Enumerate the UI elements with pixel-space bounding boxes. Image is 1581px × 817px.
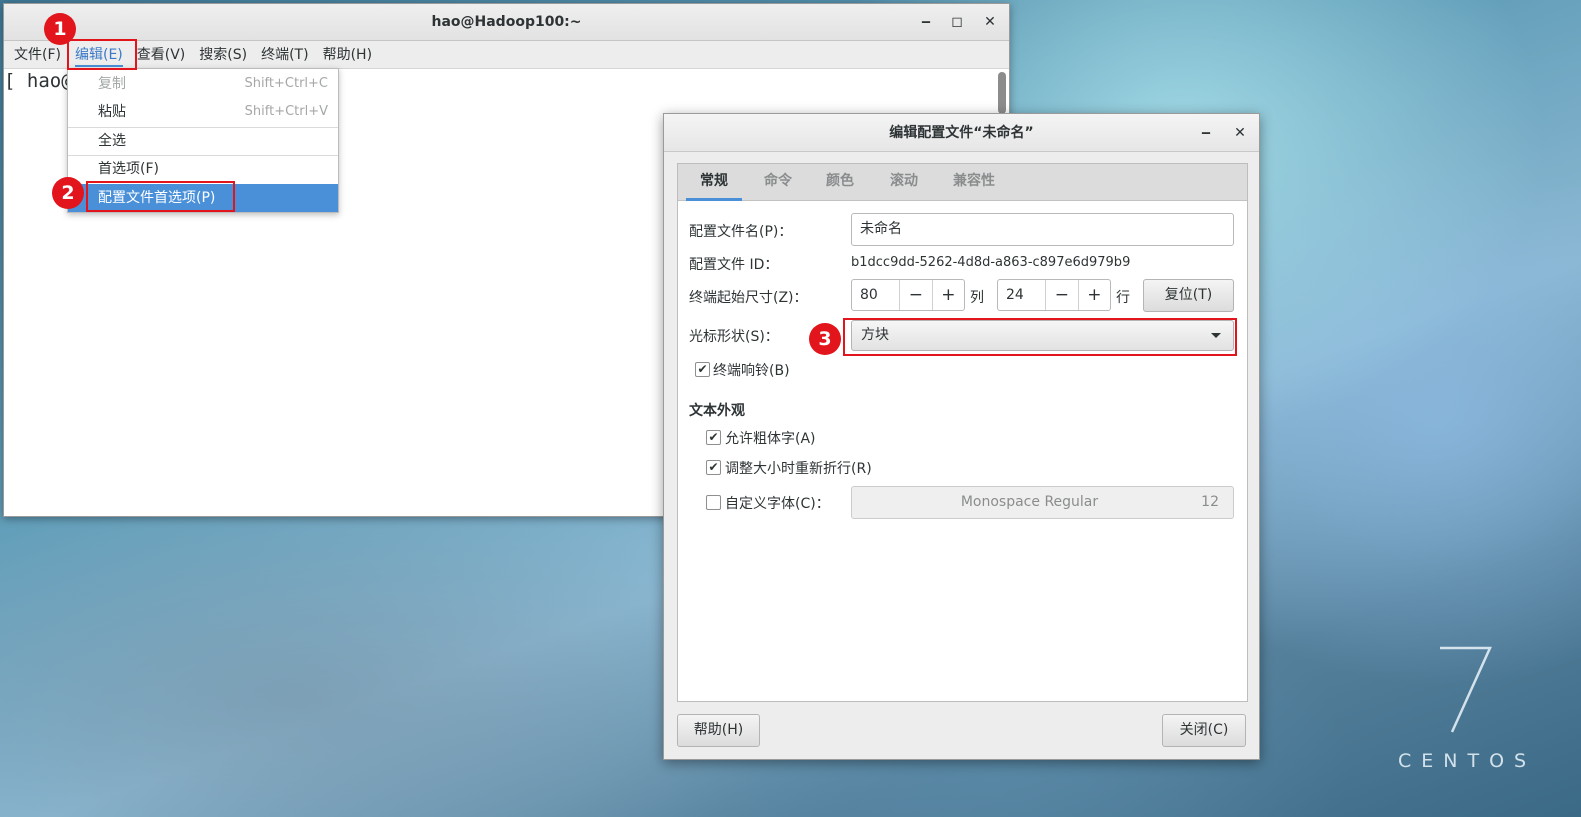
rows-value[interactable]: 24	[998, 280, 1045, 310]
terminal-scrollbar[interactable]	[998, 72, 1006, 114]
callout-highlight-profile-prefs	[86, 181, 235, 212]
profile-id-value: b1dcc9dd-5262-4d8d-a863-c897e6d979b9	[851, 255, 1131, 270]
profile-name-input[interactable]: 未命名	[851, 213, 1234, 246]
rows-decrement-button[interactable]: −	[1045, 280, 1077, 310]
columns-unit-label: 列	[970, 290, 984, 306]
tab-command[interactable]: 命令	[750, 164, 806, 201]
rows-unit-label: 行	[1116, 290, 1130, 306]
minimize-icon[interactable]: ‒	[911, 4, 941, 41]
terminal-menubar: 文件(F) 编辑(E) 查看(V) 搜索(S) 终端(T) 帮助(H)	[4, 41, 1009, 69]
bell-label: 终端响铃(B)	[713, 363, 790, 379]
menu-search[interactable]: 搜索(S)	[192, 41, 254, 69]
font-chooser-button[interactable]: Monospace Regular 12	[851, 486, 1234, 519]
menu-item-paste-accel: Shift+Ctrl+V	[244, 104, 328, 119]
callout-highlight-cursor-shape	[843, 318, 1237, 356]
columns-stepper[interactable]: 80 − +	[851, 279, 965, 311]
centos-wordmark: CENTOS	[1398, 750, 1537, 772]
profile-name-label: 配置文件名(P)：	[689, 224, 793, 240]
reset-size-button[interactable]: 复位(T)	[1143, 279, 1234, 312]
menu-help[interactable]: 帮助(H)	[316, 41, 379, 69]
menu-item-preferences[interactable]: 首选项(F)	[68, 155, 338, 183]
menu-item-paste[interactable]: 粘贴 Shift+Ctrl+V	[68, 98, 338, 126]
rows-increment-button[interactable]: +	[1077, 280, 1110, 310]
allow-bold-checkbox[interactable]: ✔	[706, 430, 721, 445]
close-button[interactable]: 关闭(C)	[1162, 714, 1246, 747]
font-name: Monospace Regular	[960, 494, 1099, 510]
callout-highlight-edit-menu	[67, 39, 137, 70]
menu-item-copy[interactable]: 复制 Shift+Ctrl+C	[68, 70, 338, 98]
rewrap-checkbox[interactable]: ✔	[706, 460, 721, 475]
menu-item-select-all[interactable]: 全选	[68, 127, 338, 155]
maximize-icon[interactable]: ◻	[942, 4, 972, 41]
menu-terminal[interactable]: 终端(T)	[254, 41, 315, 69]
tab-general[interactable]: 常规	[686, 164, 742, 201]
callout-badge-3: 3	[809, 323, 841, 355]
tab-colors[interactable]: 颜色	[812, 164, 868, 201]
columns-value[interactable]: 80	[852, 280, 899, 310]
tab-bar: 常规 命令 颜色 滚动 兼容性	[678, 164, 1247, 201]
font-size: 12	[1201, 494, 1219, 510]
tab-scrolling[interactable]: 滚动	[876, 164, 932, 201]
close-icon[interactable]: ✕	[975, 4, 1005, 41]
dialog-title: 编辑配置文件“未命名”	[889, 125, 1034, 141]
initial-size-label: 终端起始尺寸(Z)：	[689, 290, 808, 306]
profile-preferences-dialog: 编辑配置文件“未命名” ‒ ✕ 常规 命令 颜色 滚动 兼容性 配置文件名(P)…	[663, 113, 1260, 760]
custom-font-label: 自定义字体(C)：	[725, 496, 830, 512]
menu-view[interactable]: 查看(V)	[130, 41, 193, 69]
tab-compatibility[interactable]: 兼容性	[942, 164, 1006, 201]
centos-logo	[1440, 646, 1492, 733]
menu-item-paste-label: 粘贴	[98, 104, 126, 120]
rewrap-label: 调整大小时重新折行(R)	[725, 461, 872, 477]
cursor-shape-label: 光标形状(S)：	[689, 329, 779, 345]
terminal-title: hao@Hadoop100:~	[431, 14, 582, 30]
rows-stepper[interactable]: 24 − +	[997, 279, 1111, 311]
bell-checkbox[interactable]: ✔	[695, 362, 710, 377]
allow-bold-label: 允许粗体字(A)	[725, 431, 816, 447]
terminal-titlebar[interactable]: hao@Hadoop100:~ ‒ ◻ ✕	[4, 4, 1009, 41]
dialog-minimize-icon[interactable]: ‒	[1191, 114, 1221, 152]
custom-font-checkbox[interactable]	[706, 495, 721, 510]
profile-id-label: 配置文件 ID：	[689, 257, 779, 273]
text-appearance-heading: 文本外观	[689, 403, 745, 419]
shell-prompt: [ hao@	[4, 70, 73, 92]
columns-decrement-button[interactable]: −	[899, 280, 931, 310]
menu-item-copy-accel: Shift+Ctrl+C	[244, 76, 328, 91]
callout-badge-2: 2	[52, 177, 84, 209]
help-button[interactable]: 帮助(H)	[677, 714, 760, 747]
dialog-titlebar[interactable]: 编辑配置文件“未命名” ‒ ✕	[664, 114, 1259, 152]
dialog-close-icon[interactable]: ✕	[1225, 114, 1255, 152]
menu-item-copy-label: 复制	[98, 76, 126, 92]
callout-badge-1: 1	[44, 13, 76, 45]
columns-increment-button[interactable]: +	[931, 280, 964, 310]
